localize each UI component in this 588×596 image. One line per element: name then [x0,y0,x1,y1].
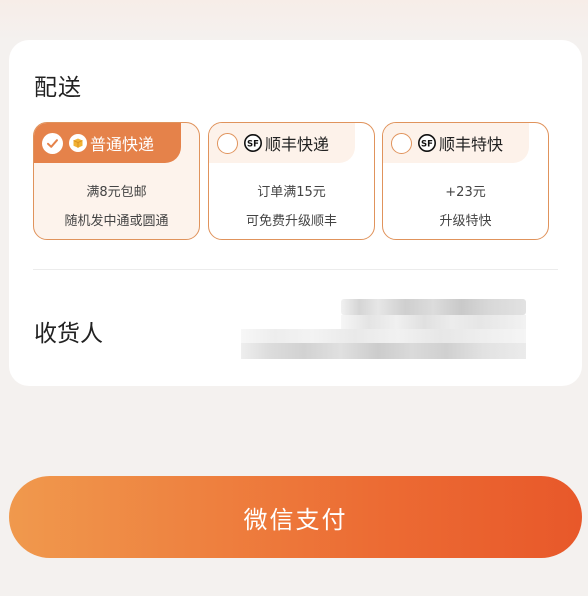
top-strip [0,0,588,40]
shipping-option-desc-2: 随机发中通或圆通 [64,214,169,229]
shipping-option-name: 顺丰特快 [439,135,504,154]
sf-logo-icon: SF [418,134,436,152]
delivery-section-title: 配送 [34,75,82,101]
checked-icon [42,132,63,154]
shipping-option-name: 顺丰快递 [265,135,330,154]
radio-unchecked-icon [391,132,412,154]
wechat-pay-button[interactable]: 微信支付 [9,476,582,558]
shipping-option-desc-2: 可免费升级顺丰 [245,214,337,229]
box-icon [69,134,87,152]
section-divider [33,269,558,270]
receiver-label: 收货人 [34,321,103,347]
radio-unchecked-icon [217,132,238,154]
shipping-option-desc-1: +23元 [445,185,486,200]
shipping-option-desc-2: 升级特快 [439,214,492,229]
shipping-option-header: 普通快递 [34,123,181,163]
shipping-option-sf-express[interactable]: SF 顺丰快递 订单满15元 可免费升级顺丰 [208,122,375,240]
svg-text:SF: SF [247,139,259,149]
delivery-card: 配送 普通快递 满8元包邮 随机发中通或圆通 SF 顺丰快递 订单满15元 可免… [9,40,582,386]
shipping-option-sf-priority[interactable]: SF 顺丰特快 +23元 升级特快 [382,122,549,240]
shipping-option-name: 普通快递 [90,135,155,154]
shipping-option-header: SF 顺丰特快 [383,123,529,163]
sf-logo-icon: SF [244,134,262,152]
shipping-option-header: SF 顺丰快递 [209,123,355,163]
receiver-info-redacted[interactable] [241,299,526,361]
shipping-option-desc-1: 满8元包邮 [86,185,147,200]
shipping-option-desc-1: 订单满15元 [257,185,326,200]
svg-text:SF: SF [421,139,433,149]
shipping-option-standard[interactable]: 普通快递 满8元包邮 随机发中通或圆通 [33,122,200,240]
